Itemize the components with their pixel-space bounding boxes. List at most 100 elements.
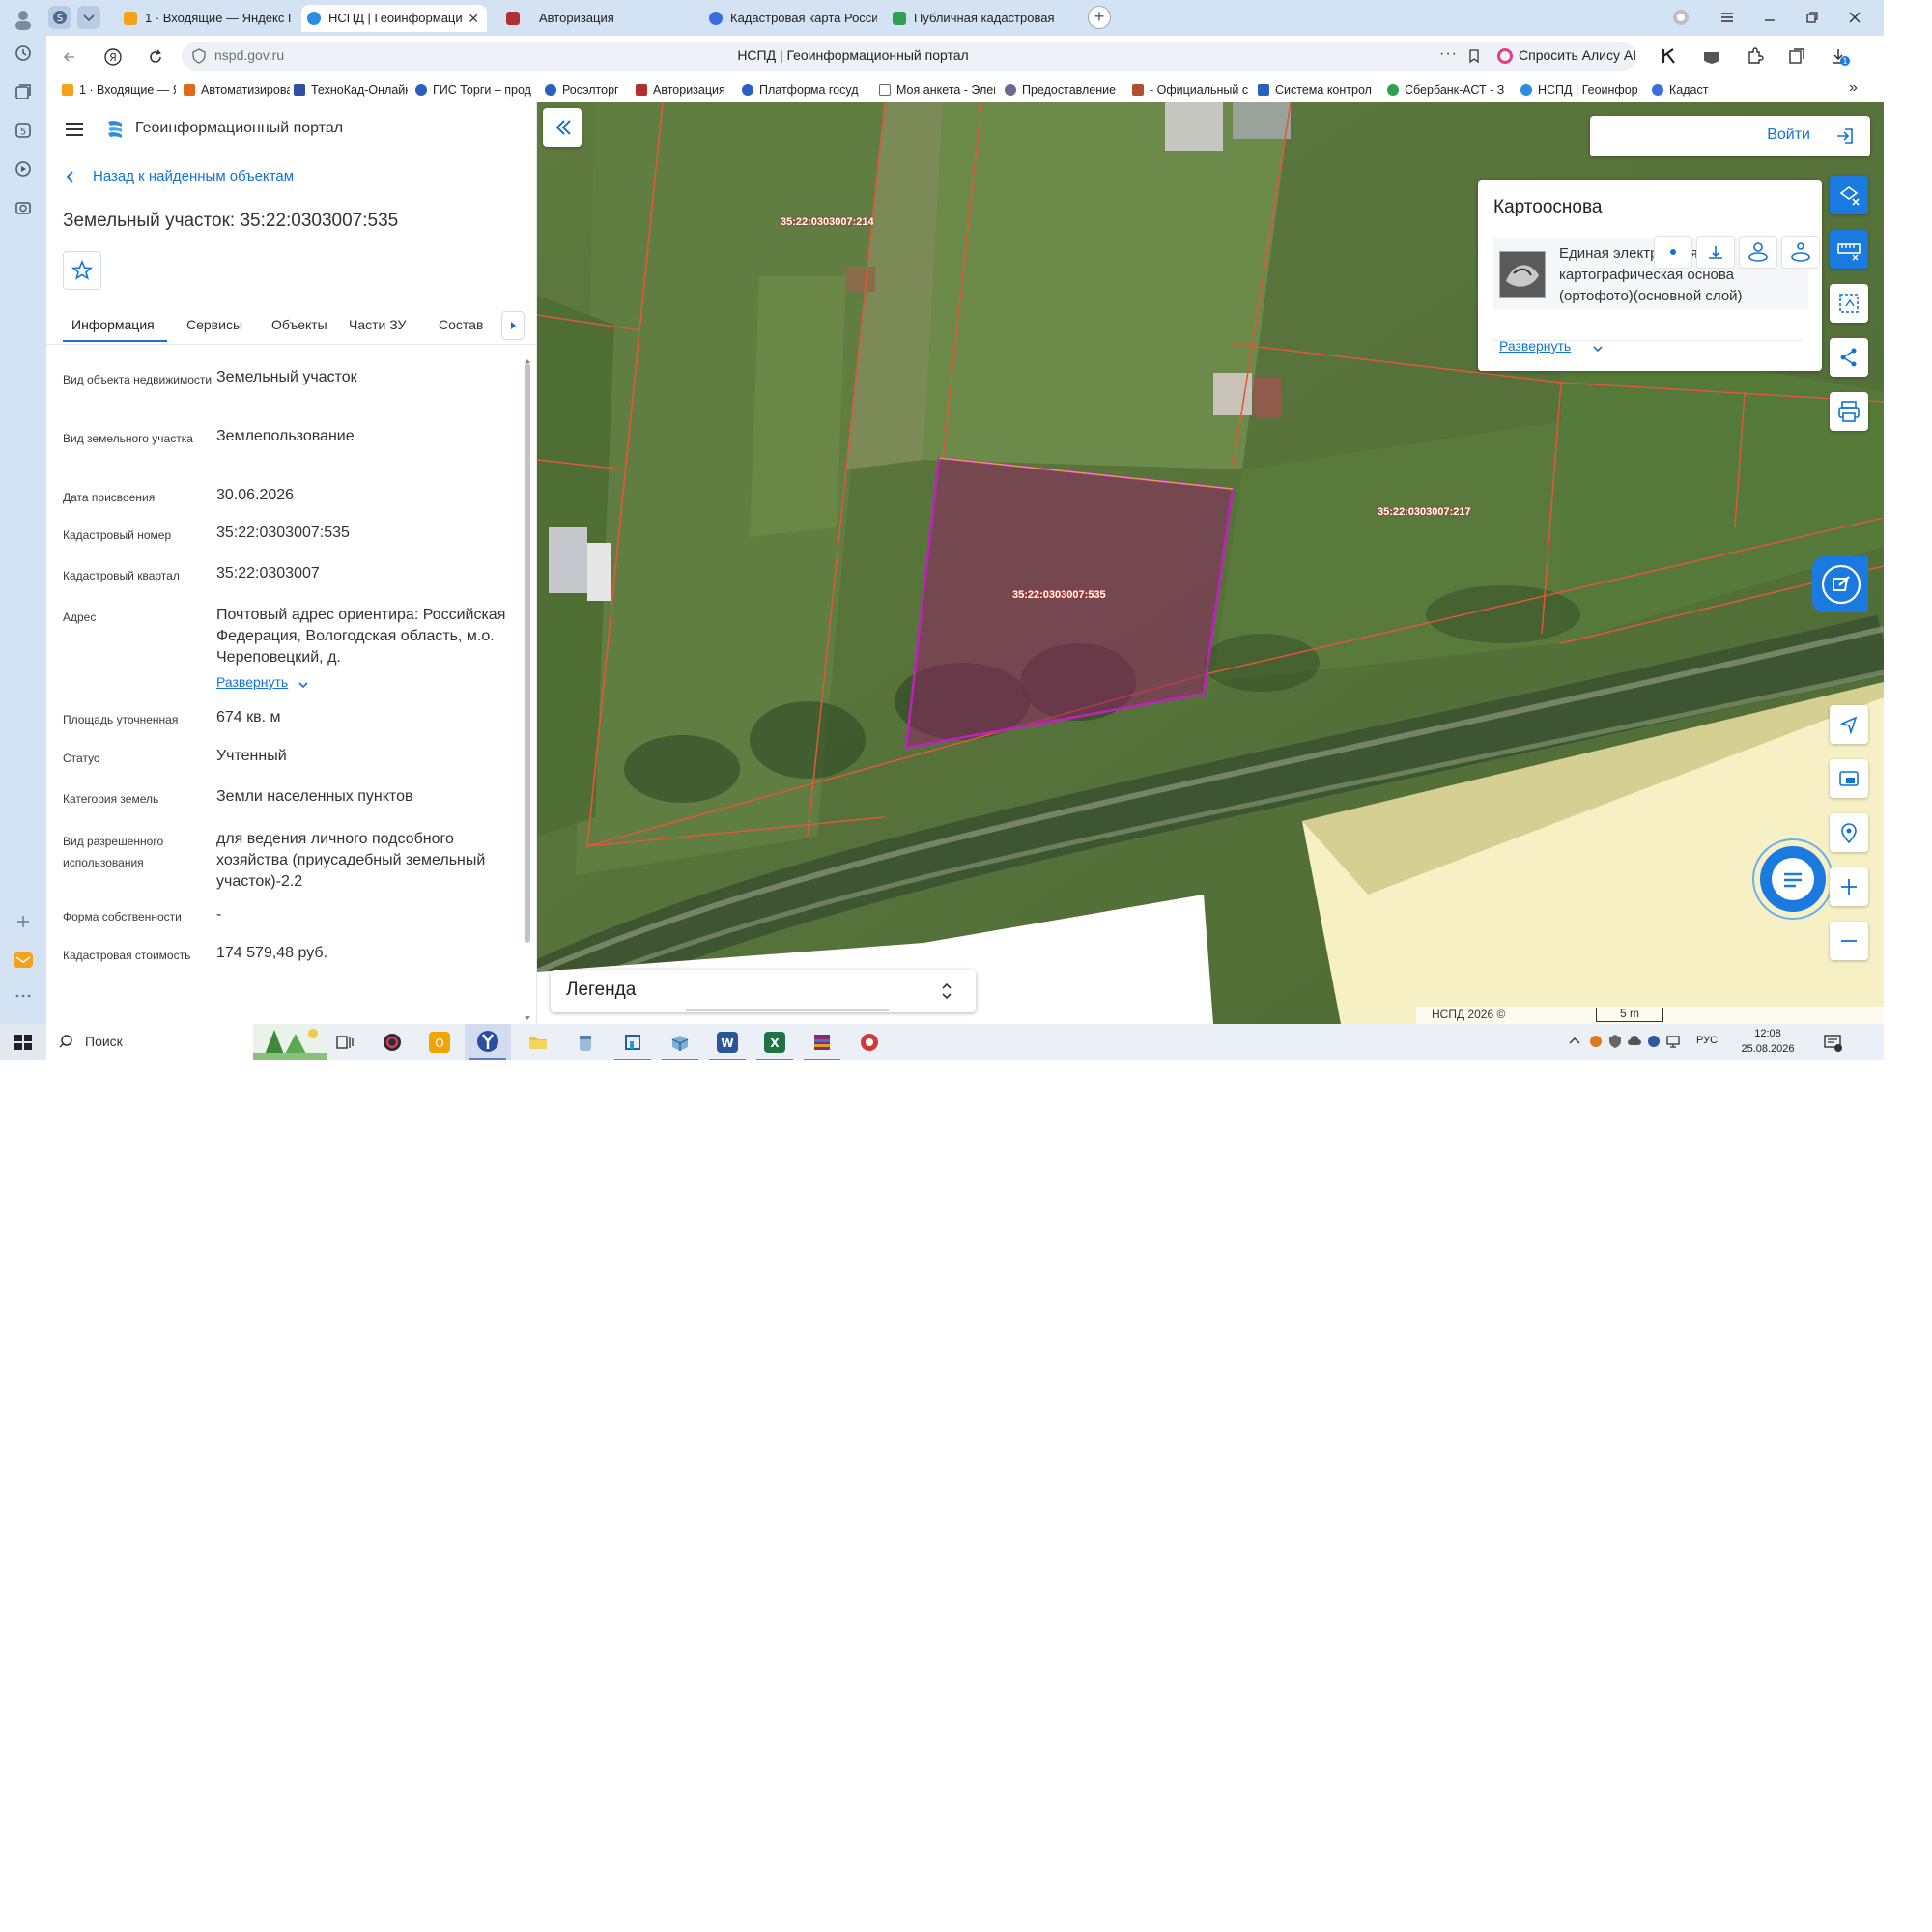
bookmark-item[interactable]: Платформа госуд (742, 81, 869, 99)
tab-nspd[interactable]: НСПД | Геоинформаци ✕ (301, 5, 487, 32)
bookmark-item[interactable]: ТехноКад-Онлайн (294, 81, 408, 99)
search-location-button[interactable] (1830, 813, 1868, 852)
clear-selection-button[interactable] (1830, 176, 1868, 214)
excel-icon[interactable]: X (756, 1032, 793, 1060)
scroll-up-icon[interactable] (525, 352, 530, 363)
tab-authorization[interactable]: Авторизация (500, 5, 665, 32)
minimize-icon[interactable] (1760, 8, 1779, 27)
url-box[interactable]: nspd.gov.ru НСПД | Геоинформационный пор… (182, 42, 1524, 71)
scroll-down-icon[interactable] (525, 1009, 530, 1020)
geolocate-button[interactable] (1830, 705, 1868, 744)
close-window-icon[interactable] (1845, 8, 1864, 27)
bookmark-item[interactable]: Кадаст (1652, 81, 1716, 99)
taskbar-app-c-icon[interactable] (382, 1032, 403, 1053)
hamburger-menu-icon[interactable] (64, 120, 85, 139)
layer-info-button[interactable] (1696, 236, 1735, 269)
profile-workspace-button[interactable]: S (48, 6, 71, 29)
layer-opacity-button[interactable] (1739, 236, 1777, 269)
restore-icon[interactable] (1803, 8, 1822, 27)
bookmark-item[interactable]: Система контрол (1258, 81, 1378, 99)
reload-icon[interactable] (145, 46, 166, 68)
chevron-down-icon[interactable] (1592, 342, 1604, 354)
bookmarks-overflow-icon[interactable]: » (1849, 79, 1858, 97)
notifications-icon[interactable] (1822, 1032, 1843, 1053)
address-expand-link[interactable]: Развернуть (216, 674, 288, 690)
layer-settings-button[interactable] (1781, 236, 1820, 269)
tab-list-button[interactable] (77, 6, 100, 29)
chevron-down-icon[interactable] (298, 678, 309, 690)
tab-public-cadastral[interactable]: Публичная кадастровая (887, 5, 1061, 32)
bookmark-item[interactable]: Автоматизирова (184, 81, 290, 99)
tab-services[interactable]: Сервисы (186, 317, 242, 332)
zoom-out-button[interactable] (1830, 922, 1868, 960)
network-icon[interactable] (1665, 1034, 1681, 1049)
bookmark-item[interactable]: Моя анкета - Элек (879, 81, 995, 99)
tray-cloud-icon[interactable] (1627, 1034, 1642, 1049)
winrar-icon[interactable] (804, 1032, 840, 1060)
share-button[interactable] (1830, 338, 1868, 377)
file-explorer-icon[interactable] (527, 1032, 549, 1053)
select-area-button[interactable] (1830, 284, 1868, 323)
tabs-scroll-right-button[interactable] (501, 311, 525, 340)
yandex-icon[interactable]: Я (102, 46, 124, 68)
tray-expand-icon[interactable] (1567, 1034, 1582, 1049)
bookmark-item[interactable]: Авторизация (636, 81, 734, 99)
collections-icon[interactable] (12, 82, 35, 105)
taskbar-app-outlook-icon[interactable]: O (429, 1032, 450, 1053)
page-actions-icon[interactable]: ··· (1439, 45, 1458, 63)
bookmark-item[interactable]: Предоставление (1005, 81, 1121, 99)
bookmark-item[interactable]: Сбербанк-АСТ - З (1387, 81, 1513, 99)
bookmark-icon[interactable] (1466, 48, 1482, 64)
close-tab-icon[interactable]: ✕ (468, 5, 479, 32)
start-button[interactable] (0, 1024, 46, 1060)
language-indicator[interactable]: РУС (1696, 1035, 1718, 1046)
tab-information[interactable]: Информация (71, 317, 155, 332)
tab-cadastral-map[interactable]: Кадастровая карта Росси (703, 5, 877, 32)
tab-sidebar-icon[interactable] (1787, 46, 1806, 66)
taskbar-app-red-icon[interactable] (859, 1032, 880, 1053)
bookmark-item[interactable]: 1 · Входящие — Я (62, 81, 176, 99)
new-tab-button[interactable]: + (1088, 6, 1111, 29)
downloads-icon[interactable]: 1 (1830, 46, 1851, 68)
ask-alice-button[interactable]: Спросить Алису AI (1490, 42, 1636, 71)
taskbar-clock[interactable]: 12:08 25.08.2026 (1737, 1026, 1799, 1057)
zoom-in-button[interactable] (1830, 867, 1868, 906)
layer-visibility-button[interactable] (1654, 236, 1692, 269)
alice-icon[interactable] (1671, 8, 1690, 27)
site-info-icon[interactable] (191, 48, 207, 64)
measure-button[interactable] (1830, 230, 1868, 269)
legend-button[interactable]: Легенда (551, 970, 976, 1012)
tray-app-icon[interactable] (1588, 1034, 1604, 1049)
extension-wallet-icon[interactable] (1702, 47, 1721, 65)
tab-parts[interactable]: Части ЗУ (349, 317, 406, 332)
bookmark-item[interactable]: ГИС Торги – прод (415, 81, 535, 99)
taskbar-search-box[interactable]: Поиск (46, 1024, 327, 1060)
map-view[interactable]: 35:22:0303007:214 35:22:0303007:217 35:2… (537, 102, 1884, 1024)
add-panel-icon[interactable] (12, 913, 35, 936)
profile-icon[interactable] (12, 8, 35, 31)
more-icon[interactable] (12, 983, 35, 1007)
tray-security-icon[interactable] (1646, 1034, 1662, 1049)
taskbar-app-chart-icon[interactable] (614, 1032, 651, 1060)
mail-icon[interactable] (12, 950, 35, 973)
feedback-button[interactable] (1812, 556, 1868, 612)
history-icon[interactable] (12, 43, 35, 67)
tray-shield-icon[interactable] (1607, 1034, 1623, 1049)
collapse-panel-button[interactable] (543, 108, 582, 147)
tab-objects[interactable]: Объекты (271, 317, 327, 332)
bookmark-item[interactable]: - Официальный с (1132, 81, 1250, 99)
taskbar-app-jar-icon[interactable] (575, 1032, 596, 1053)
tab-mail[interactable]: 1 · Входящие — Яндекс П (118, 5, 292, 32)
extensions-icon[interactable] (1745, 46, 1764, 66)
back-icon[interactable] (60, 47, 79, 67)
favorite-button[interactable] (63, 251, 101, 290)
tab-composition[interactable]: Состав (439, 317, 483, 332)
login-button[interactable]: Войти (1590, 116, 1870, 156)
chat-button[interactable] (1760, 846, 1826, 912)
panel-scrollbar[interactable] (524, 352, 531, 1020)
media-play-icon[interactable] (12, 159, 35, 183)
basemap-expand-link[interactable]: Развернуть (1499, 338, 1571, 354)
tab-count-icon[interactable]: 5 (12, 121, 35, 144)
bookmark-item[interactable]: Росэлторг (545, 81, 626, 99)
scrollbar-thumb[interactable] (525, 363, 530, 943)
